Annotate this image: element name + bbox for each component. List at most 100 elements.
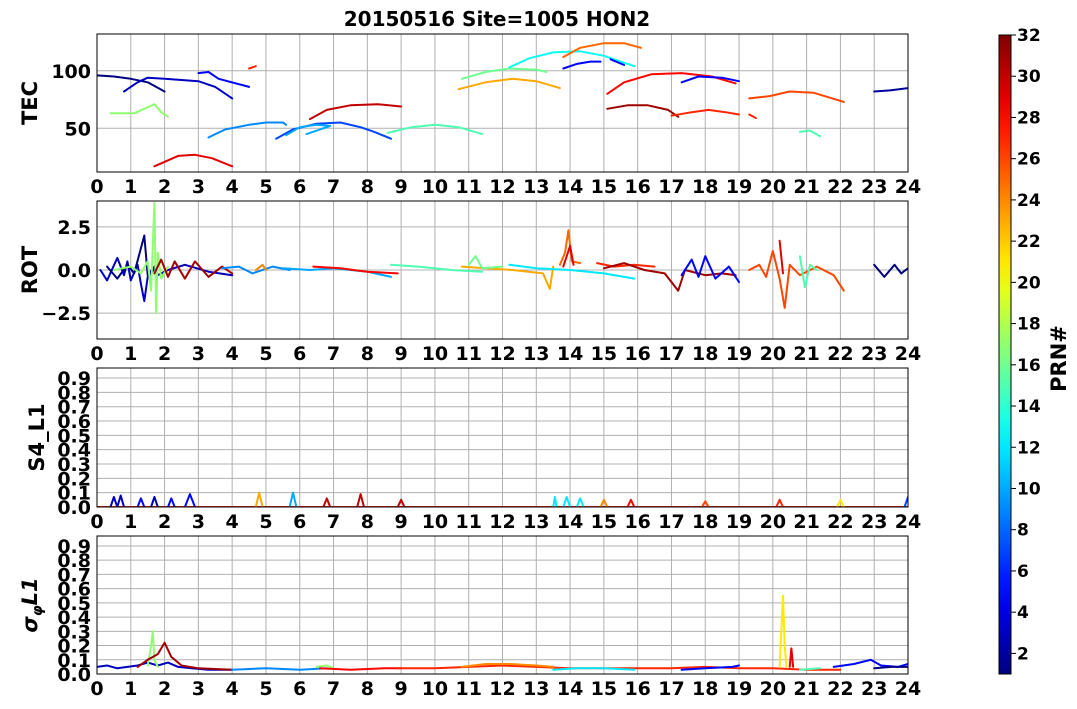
x-tick-label: 23: [861, 511, 887, 533]
x-tick-label: 24: [895, 343, 921, 365]
x-tick-label: 9: [395, 678, 408, 700]
x-tick-label: 18: [692, 511, 718, 533]
series-prn-15: [798, 667, 822, 671]
colorbar-gradient: [998, 34, 1012, 675]
series-prn-9: [231, 667, 328, 671]
colorbar-tick-label: 32: [1017, 26, 1041, 46]
colorbar-tick-label: 26: [1017, 150, 1041, 170]
x-tick-label: 18: [692, 343, 718, 365]
x-tick-label: 16: [624, 678, 650, 700]
series-prn-29: [788, 647, 795, 668]
colorbar-tick-label: 12: [1017, 438, 1041, 458]
x-tick-label: 1: [124, 678, 137, 700]
x-tick-label: 21: [793, 343, 819, 365]
x-tick-label: 7: [327, 678, 340, 700]
series-prn-1: [873, 263, 908, 278]
colorbar-tick-label: 8: [1017, 521, 1029, 541]
x-tick-label: 5: [259, 511, 272, 533]
x-tick-label: 22: [827, 343, 853, 365]
series-prn-29: [778, 239, 784, 275]
x-tick-label: 4: [226, 343, 239, 365]
x-tick-label: 18: [692, 176, 718, 198]
x-tick-label: 12: [489, 511, 515, 533]
series-prn-5: [832, 658, 908, 668]
x-tick-label: 2: [158, 343, 171, 365]
x-tick-label: 16: [624, 176, 650, 198]
series-prn-23: [457, 77, 561, 91]
x-tick-label: 23: [861, 176, 887, 198]
series-prn-5: [562, 60, 602, 70]
series-prn-31: [606, 104, 680, 118]
x-tick-label: 7: [327, 343, 340, 365]
colorbar-tick-label: 16: [1017, 356, 1041, 376]
x-tick-label: 24: [895, 176, 921, 198]
chart-title: 20150516 Site=1005 HON2: [344, 7, 650, 31]
x-tick-label: 17: [658, 511, 684, 533]
x-tick-label: 11: [455, 678, 481, 700]
series-prn-2: [873, 87, 908, 93]
series-prn-5: [680, 255, 740, 284]
x-tick-label: 20: [760, 678, 786, 700]
x-tick-label: 13: [523, 343, 549, 365]
x-tick-label: 16: [624, 343, 650, 365]
series-prn-12: [552, 667, 636, 671]
figure: 20150516 Site=1005 HON2 0 1 2 3 4 5 6 7 8 9 10 11 12…: [18, 7, 1071, 700]
y-tick-label: 100: [51, 61, 91, 83]
y-tick-label: 50: [65, 118, 91, 140]
series-prn-17: [109, 103, 169, 118]
x-tick-label: 17: [658, 678, 684, 700]
x-tick-label: 19: [726, 511, 752, 533]
series-prn-17: [112, 201, 169, 315]
x-tick-label: 8: [361, 176, 374, 198]
x-tick-label: 2: [158, 678, 171, 700]
x-tick-label: 0: [90, 511, 103, 533]
x-tick-label: 1: [124, 511, 137, 533]
series-prn-5: [136, 497, 146, 507]
x-tick-label: 20: [760, 511, 786, 533]
x-tick-label: 6: [293, 176, 306, 198]
x-tick-label: 17: [658, 343, 684, 365]
series-prn-15: [798, 255, 818, 289]
x-tick-label: 9: [395, 343, 408, 365]
x-tick-label: 22: [827, 511, 853, 533]
colorbar-tick-label: 4: [1017, 603, 1029, 623]
series-prn-5: [167, 497, 176, 507]
x-tick-label: 1: [124, 343, 137, 365]
colorbar-tick-label: 2: [1017, 644, 1029, 664]
colorbar-tick-label: 18: [1017, 315, 1041, 335]
series-prn-27: [248, 65, 257, 70]
x-tick-label: 2: [158, 511, 171, 533]
x-tick-label: 13: [523, 176, 549, 198]
y-tick-label: 2.5: [57, 217, 91, 239]
x-tick-label: 4: [226, 678, 239, 700]
series-prn-16: [460, 67, 548, 80]
colorbar: 2468101214161820222426283032PRN#: [998, 26, 1071, 675]
series-prn-30: [308, 103, 403, 121]
colorbar-tick-label: 14: [1017, 397, 1041, 417]
series-prn-9: [207, 121, 288, 139]
y-tick-label: 0.9: [57, 536, 91, 558]
x-tick-label: 24: [895, 678, 921, 700]
x-tick-label: 9: [395, 176, 408, 198]
x-tick-label: 12: [489, 343, 515, 365]
series-group: [99, 201, 908, 315]
x-tick-label: 6: [293, 511, 306, 533]
x-tick-label: 6: [293, 343, 306, 365]
series-prn-3: [99, 256, 234, 303]
series-prn-1: [873, 665, 908, 670]
panel-2: 0 1 2 3 4 5 6 7 8 9 10 11 12 13 14 15 16 17 18 19 20 21 22 23 24…: [18, 200, 921, 365]
x-tick-label: 7: [327, 511, 340, 533]
x-tick-label: 3: [192, 511, 205, 533]
x-tick-label: 3: [192, 176, 205, 198]
series-prn-3: [123, 76, 234, 100]
series-prn-3: [150, 496, 159, 507]
x-tick-label: 8: [361, 343, 374, 365]
x-tick-label: 5: [259, 678, 272, 700]
x-tick-label: 0: [90, 343, 103, 365]
x-tick-label: 4: [226, 176, 239, 198]
x-tick-label: 10: [422, 678, 448, 700]
x-tick-label: 20: [760, 176, 786, 198]
x-tick-label: 14: [557, 511, 583, 533]
panel-1: 0 1 2 3 4 5 6 7 8 9 10 11 12 13 14 15 16 17 18 19 20 21 22 23 24…: [18, 33, 921, 198]
x-tick-label: 13: [523, 511, 549, 533]
